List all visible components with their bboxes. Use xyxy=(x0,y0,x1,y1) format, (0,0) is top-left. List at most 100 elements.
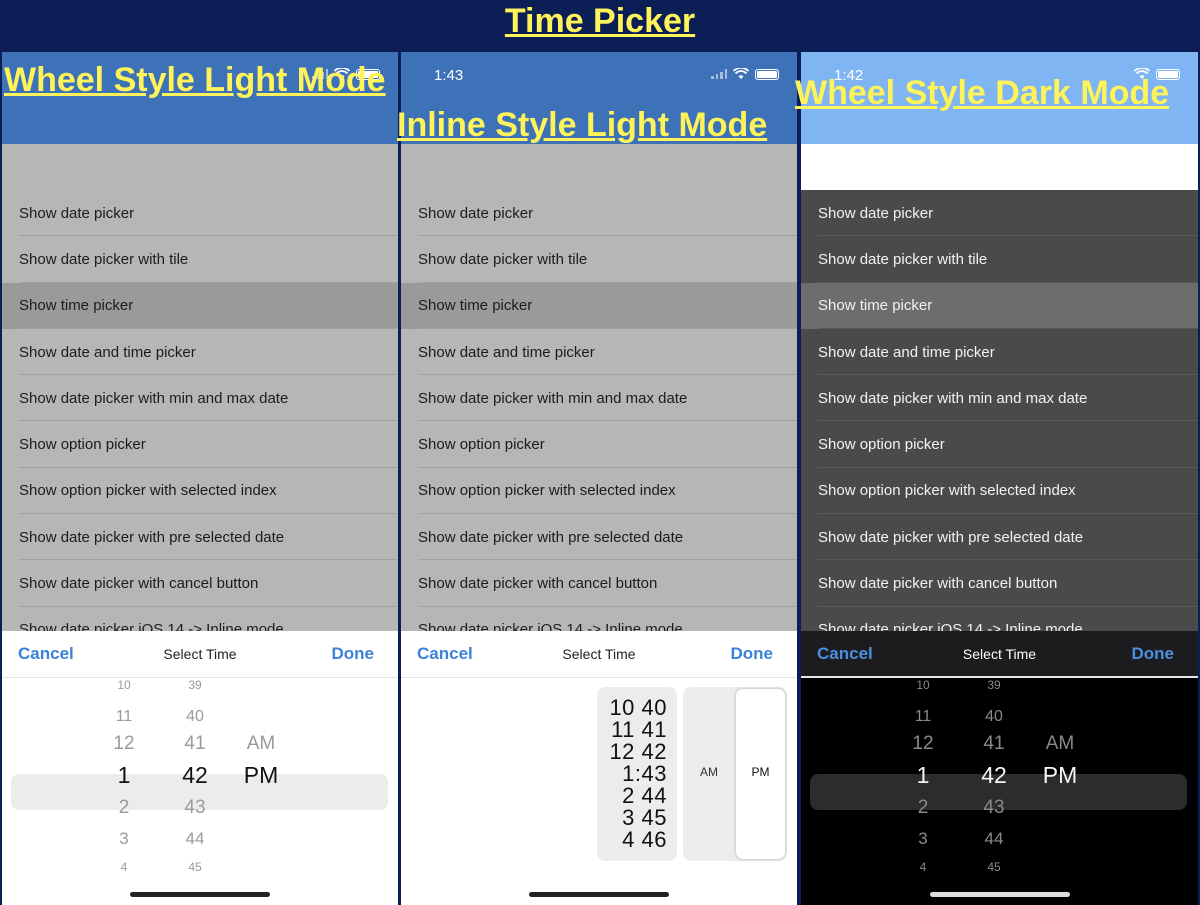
list-item[interactable]: Show date picker with pre selected date xyxy=(401,514,797,561)
minute-column-value: 39 xyxy=(188,678,202,692)
pm-label: PM xyxy=(751,765,770,779)
hour-column-value: 12 xyxy=(912,732,934,754)
done-button[interactable]: Done xyxy=(731,644,774,664)
ampm-segmented-control[interactable]: AM PM xyxy=(683,687,787,861)
minute-column-value: 42 xyxy=(182,761,208,788)
hour-column-value: 1 xyxy=(916,761,930,788)
done-button[interactable]: Done xyxy=(1132,644,1175,664)
phone-wheel-light: Show date picker Show date picker with ti… xyxy=(2,52,398,905)
picker-sheet: Cancel Select Time Done 10 11 12 1 2 3 4 39 40 41… xyxy=(2,631,398,905)
time-wheel[interactable]: 10 11 12 1 2 3 4 39 40 41 42 43 44 45 AM PM xyxy=(2,678,398,905)
period-column-value: PM xyxy=(243,761,279,788)
list-item[interactable]: Show date picker with pre selected date xyxy=(2,514,398,561)
hour-column-value: 2 xyxy=(118,796,130,818)
list-item[interactable]: Show date picker iOS 14 -> Inline mode xyxy=(401,607,797,631)
toolbar-title: Select Time xyxy=(562,646,636,662)
picker-toolbar: Cancel Select Time Done xyxy=(801,631,1198,678)
picker-sheet: Cancel Select Time Done 10 11 12 1 2 3 4 39 40 41… xyxy=(801,631,1198,905)
list-item[interactable]: Show date picker with min and max date xyxy=(801,375,1198,422)
home-indicator xyxy=(929,892,1070,897)
list-item[interactable]: Show date picker xyxy=(401,190,797,237)
hour-column-value: 4 xyxy=(120,860,128,874)
battery-icon xyxy=(755,68,779,80)
period-column-value: PM xyxy=(1042,761,1078,788)
inline-time-value: 4 46 xyxy=(622,827,667,852)
list-item[interactable]: Show date picker with tile xyxy=(401,236,797,283)
hour-column-value: 10 xyxy=(916,678,930,692)
menu-list: Show date picker Show date picker with ti… xyxy=(801,144,1198,631)
hour-column-value: 10 xyxy=(117,678,131,692)
list-header xyxy=(2,144,398,190)
list-item[interactable]: Show date picker iOS 14 -> Inline mode xyxy=(801,607,1198,631)
home-indicator xyxy=(529,892,669,897)
label-wheel-dark: Wheel Style Dark Mode xyxy=(795,74,1170,112)
minute-column-value: 42 xyxy=(981,761,1007,788)
phone-inline-light: 1:43 Show date picker Show date picker wi… xyxy=(401,52,797,905)
list-item[interactable]: Show option picker with selected index xyxy=(2,468,398,515)
list-item[interactable]: Show date picker with pre selected date xyxy=(801,514,1198,561)
picker-toolbar: Cancel Select Time Done xyxy=(401,631,797,678)
menu-rows: Show date picker Show date picker with ti… xyxy=(2,190,398,631)
list-item[interactable]: Show date picker with tile xyxy=(2,236,398,283)
picker-sheet: Cancel Select Time Done 10 40 11 41 12 42 1… xyxy=(401,631,797,905)
page-title: Time Picker xyxy=(504,2,696,40)
status-clock: 1:43 xyxy=(434,67,464,84)
hour-column-value: 4 xyxy=(919,860,927,874)
menu-list: Show date picker Show date picker with ti… xyxy=(401,144,797,631)
list-item[interactable]: Show date picker xyxy=(2,190,398,237)
list-item[interactable]: Show option picker with selected index xyxy=(801,468,1198,515)
cancel-button[interactable]: Cancel xyxy=(817,644,873,664)
list-item[interactable]: Show time picker xyxy=(401,282,797,330)
list-item[interactable]: Show option picker with selected index xyxy=(401,468,797,515)
status-icons xyxy=(711,68,779,80)
list-item[interactable]: Show date and time picker xyxy=(2,329,398,376)
list-item[interactable]: Show date picker with min and max date xyxy=(2,375,398,422)
list-item[interactable]: Show option picker xyxy=(401,421,797,469)
toolbar-title: Select Time xyxy=(962,645,1037,662)
menu-rows: Show date picker Show date picker with ti… xyxy=(401,190,797,631)
minute-column-value: 45 xyxy=(188,860,202,874)
list-item[interactable]: Show option picker xyxy=(2,421,398,469)
inline-time-list[interactable]: 10 40 11 41 12 42 1:43 2 44 3 45 4 46 xyxy=(597,687,677,861)
period-column-value: AM xyxy=(246,732,276,754)
menu-list: Show date picker Show date picker with ti… xyxy=(2,144,398,631)
time-wheel[interactable]: 10 11 12 1 2 3 4 39 40 41 42 43 44 45 AM PM xyxy=(801,678,1198,905)
minute-column-value: 40 xyxy=(985,708,1003,725)
am-option[interactable]: AM xyxy=(683,765,735,779)
list-item[interactable]: Show date picker with cancel button xyxy=(801,560,1198,607)
wifi-icon xyxy=(733,68,749,79)
list-item[interactable]: Show date picker with min and max date xyxy=(401,375,797,422)
period-column-value: AM xyxy=(1045,732,1075,754)
cancel-button[interactable]: Cancel xyxy=(417,644,473,664)
label-wheel-light: Wheel Style Light Mode xyxy=(4,61,386,99)
list-item[interactable]: Show date picker with tile xyxy=(801,236,1198,283)
list-item[interactable]: Show option picker xyxy=(801,421,1198,469)
minute-column-value: 41 xyxy=(983,732,1005,754)
list-item[interactable]: Show date picker with cancel button xyxy=(2,560,398,607)
hour-column-value: 3 xyxy=(918,828,928,848)
menu-rows: Show date picker Show date picker with ti… xyxy=(801,190,1198,631)
done-button[interactable]: Done xyxy=(332,644,375,664)
minute-column-value: 44 xyxy=(984,828,1004,848)
minute-column-value: 41 xyxy=(184,732,206,754)
label-inline-light: Inline Style Light Mode xyxy=(397,106,768,144)
pm-option-selected[interactable]: PM xyxy=(736,689,785,859)
hour-column-value: 2 xyxy=(917,796,929,818)
list-item[interactable]: Show date picker iOS 14 -> Inline mode xyxy=(2,607,398,631)
minute-column-value: 45 xyxy=(987,860,1001,874)
hour-column-value: 11 xyxy=(914,708,932,725)
list-item[interactable]: Show date and time picker xyxy=(801,329,1198,376)
cancel-button[interactable]: Cancel xyxy=(18,644,74,664)
signal-icon xyxy=(711,69,727,79)
phone-wheel-dark: 1:42 Show date picker Show date picker wi… xyxy=(801,52,1198,905)
hour-column-value: 1 xyxy=(117,761,131,788)
list-item[interactable]: Show date and time picker xyxy=(401,329,797,376)
list-item[interactable]: Show time picker xyxy=(801,282,1198,330)
list-item[interactable]: Show date picker xyxy=(801,190,1198,237)
minute-column-value: 44 xyxy=(185,828,205,848)
list-item[interactable]: Show date picker with cancel button xyxy=(401,560,797,607)
list-header xyxy=(801,144,1198,190)
list-item[interactable]: Show time picker xyxy=(2,282,398,330)
minute-column-value: 39 xyxy=(987,678,1001,692)
minute-column-value: 43 xyxy=(184,796,206,818)
